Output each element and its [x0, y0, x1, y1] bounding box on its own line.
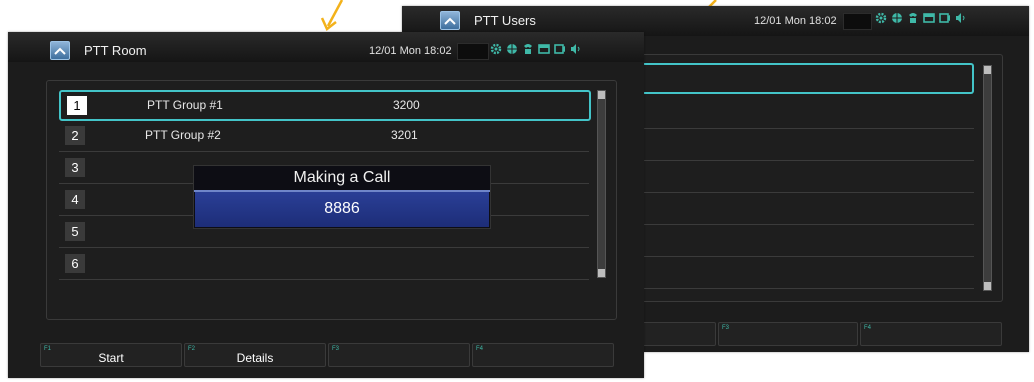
function-keys: F1 Start F2 Details F3 F4 — [40, 343, 614, 367]
phone-icon — [524, 44, 532, 54]
status-box — [457, 43, 489, 60]
group-name: PTT Group #1 — [147, 98, 223, 112]
function-key-f4[interactable]: F4 — [472, 343, 614, 367]
scrollbar[interactable] — [983, 65, 992, 291]
speaker-icon — [956, 13, 965, 23]
row-number: 3 — [65, 158, 85, 177]
ptt-room-screen: PTT Room 12/01 Mon 18:02 1 PTT Group #1 … — [8, 32, 644, 378]
speaker-icon — [571, 44, 580, 54]
row-number: 6 — [65, 254, 85, 273]
scrollbar[interactable] — [597, 90, 606, 278]
row-number: 4 — [65, 190, 85, 209]
function-key-f3[interactable]: F3 — [718, 322, 858, 346]
function-key-f2[interactable] — [642, 322, 716, 346]
globe-icon — [507, 44, 517, 54]
gear-icon — [490, 43, 502, 55]
list-item[interactable]: 2 PTT Group #2 3201 — [59, 120, 589, 152]
row-number: 5 — [65, 222, 85, 241]
scroll-down-button[interactable] — [598, 269, 605, 277]
home-icon — [54, 47, 66, 55]
dialed-number: 8886 — [195, 192, 489, 227]
list-item[interactable]: 1 PTT Group #1 3200 — [59, 90, 591, 121]
home-button[interactable] — [440, 11, 460, 30]
start-button-label: Start — [98, 351, 124, 365]
screen-icon — [554, 44, 565, 54]
group-number: 3201 — [391, 128, 418, 142]
status-icons — [875, 12, 967, 24]
list-item[interactable]: 6 — [59, 248, 589, 280]
row-number: 2 — [65, 126, 85, 145]
fkey-code: F4 — [864, 325, 872, 331]
group-number: 3200 — [393, 98, 420, 112]
top-bar: PTT Room 12/01 Mon 18:02 — [8, 32, 644, 62]
home-button[interactable] — [50, 41, 70, 60]
window-icon — [538, 44, 550, 54]
screen-icon — [939, 13, 950, 23]
fkey-code: F3 — [722, 325, 730, 331]
scroll-up-button[interactable] — [598, 91, 605, 99]
clock: 12/01 Mon 18:02 — [754, 15, 837, 27]
window-icon — [923, 13, 935, 23]
status-box — [843, 13, 872, 30]
details-button-label: Details — [236, 351, 274, 365]
status-icons — [490, 43, 582, 55]
globe-icon — [892, 13, 902, 23]
phone-icon — [909, 13, 917, 23]
function-key-f4[interactable]: F4 — [860, 322, 1002, 346]
scroll-up-button[interactable] — [984, 66, 991, 74]
home-icon — [444, 17, 456, 25]
clock: 12/01 Mon 18:02 — [369, 45, 452, 57]
annotation-arrow-left — [320, 0, 344, 31]
dialog-title: Making a Call — [194, 166, 490, 192]
row-number: 1 — [67, 96, 87, 115]
page-title: PTT Room — [84, 43, 147, 58]
fkey-code: F4 — [476, 346, 484, 352]
function-key-f3[interactable]: F3 — [328, 343, 470, 367]
function-key-f1[interactable]: F1 Start — [40, 343, 182, 367]
function-key-f2[interactable]: F2 Details — [184, 343, 326, 367]
group-name: PTT Group #2 — [145, 128, 221, 142]
fkey-code: F3 — [332, 346, 340, 352]
making-call-dialog: Making a Call 8886 — [193, 165, 491, 229]
gear-icon — [875, 12, 887, 24]
page-title: PTT Users — [474, 13, 536, 28]
function-keys: F3 F4 — [642, 322, 1002, 346]
scroll-down-button[interactable] — [984, 282, 991, 290]
